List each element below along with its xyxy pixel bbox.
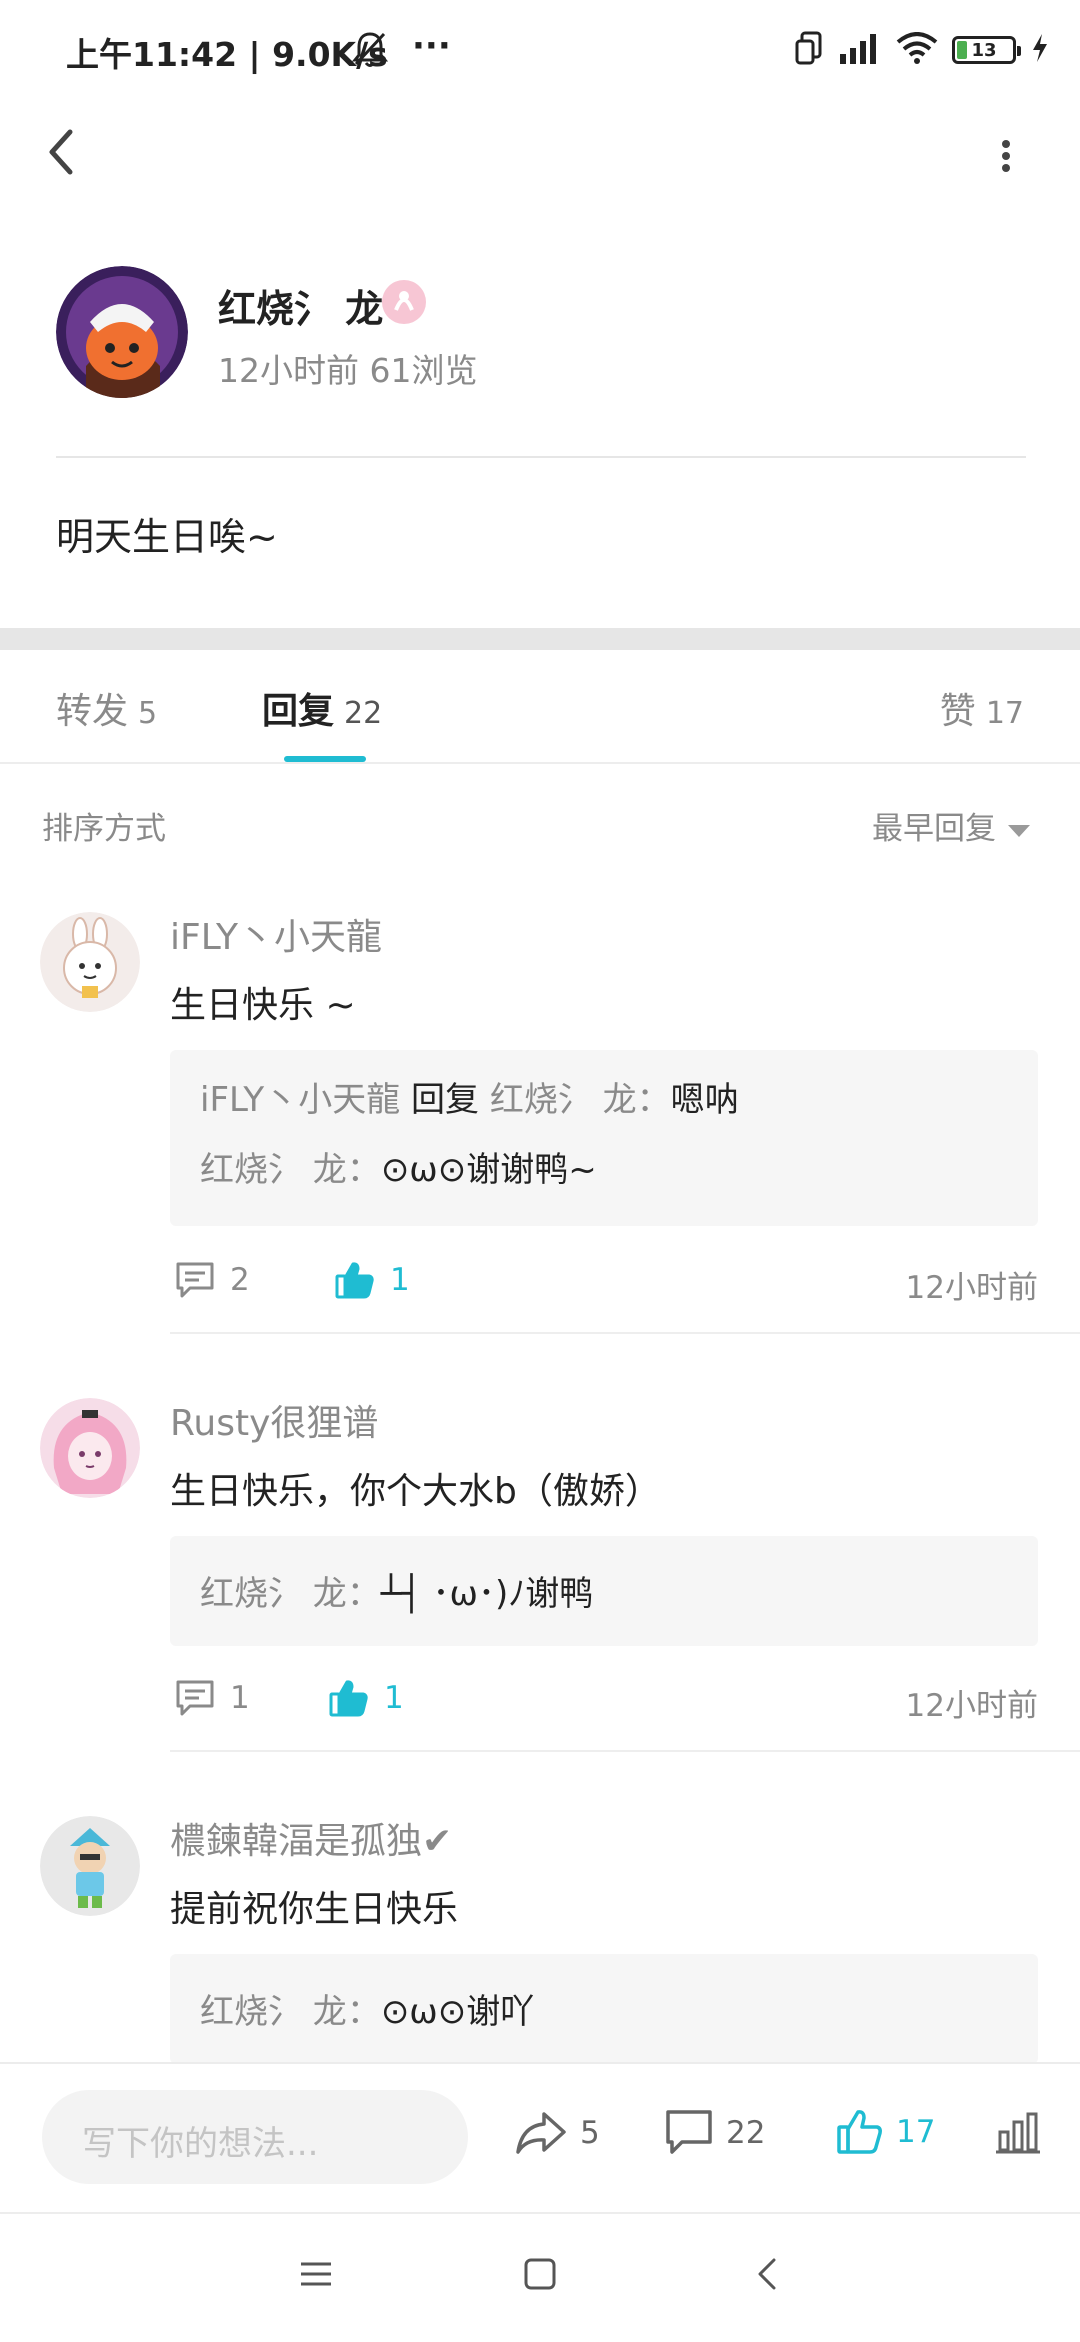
reply-to: 红烧氵 龙 (489, 1080, 637, 1120)
share-arrow-icon (516, 2112, 566, 2154)
sort-value: 最早回复 (872, 811, 996, 847)
nav-menu-button[interactable] (298, 2256, 334, 2296)
tab-count: 17 (985, 696, 1024, 731)
comment-time: 12小时前 (905, 1270, 1038, 1306)
tab-replies[interactable]: 回复 22 (262, 682, 382, 734)
more-options-button[interactable] (980, 122, 1030, 192)
reply-line: 红烧氵 龙：⊙ω⊙谢吖 (200, 1992, 535, 2032)
reply-preview-box[interactable]: iFLY丶小天龍 回复 红烧氵 龙：嗯呐 红烧氵 龙：⊙ω⊙谢谢鸭~ (170, 1050, 1038, 1226)
commenter-name[interactable]: iFLY丶小天龍 (170, 908, 382, 960)
reply-verb: 回复 (411, 1080, 480, 1120)
nav-home-button[interactable] (522, 2256, 558, 2296)
like-count: 1 (384, 1680, 404, 1716)
status-more: ··· (412, 26, 451, 66)
reply-content: ⊙ω⊙谢谢鸭~ (380, 1150, 597, 1190)
comment-text: 提前祝你生日快乐 (170, 1889, 459, 1930)
member-badge-icon (382, 280, 426, 324)
commenter-avatar[interactable] (40, 1816, 140, 1916)
signal-icon (838, 32, 882, 68)
comments-button[interactable]: 22 (664, 2108, 765, 2158)
thumbs-up-icon (335, 1262, 374, 1299)
comment-text: 生日快乐 ~ (170, 985, 356, 1026)
comment-input[interactable]: 写下你的想法... (42, 2090, 468, 2184)
charging-icon (1030, 32, 1050, 68)
comment-input-placeholder: 写下你的想法... (82, 2124, 319, 2164)
reply-from: 红烧氵 龙 (200, 1150, 347, 1190)
more-vertical-icon (1002, 140, 1010, 172)
reply-preview-box[interactable]: 红烧氵 龙：⊙ω⊙谢吖 (170, 1954, 1038, 2064)
reply-preview-box[interactable]: 红烧氵 龙：┴┤ ･ω･)ﾉ谢鸭 (170, 1536, 1038, 1646)
comment-like-button[interactable]: 1 (328, 1678, 404, 1718)
commenter-avatar[interactable] (40, 912, 140, 1012)
back-button[interactable] (40, 122, 100, 192)
dual-sim-icon (794, 31, 824, 69)
share-button[interactable]: 5 (514, 2108, 600, 2158)
commenter-name[interactable]: Rusty很狸谱 (170, 1394, 378, 1446)
reply-line: 红烧氵 龙：⊙ω⊙谢谢鸭~ (200, 1150, 597, 1190)
share-count: 5 (580, 2115, 600, 2151)
comment-text: 生日快乐，你个大水b（傲娇） (170, 1471, 661, 1512)
author-name[interactable]: 红烧氵 龙 (218, 278, 383, 333)
comment-time: 12小时前 (905, 1688, 1038, 1724)
comment-like-button[interactable]: 1 (334, 1260, 410, 1300)
reply-line: iFLY丶小天龍 回复 红烧氵 龙：嗯呐 (200, 1080, 739, 1120)
tab-label: 赞 (939, 691, 976, 732)
caret-down-icon (1008, 824, 1030, 837)
comment-divider (170, 1332, 1080, 1334)
bell-off-icon (351, 30, 389, 72)
post-text: 明天生日唉~ (56, 515, 278, 559)
reply-content: 嗯呐 (670, 1080, 739, 1120)
comment-count: 1 (230, 1680, 250, 1716)
square-icon (524, 2258, 556, 2290)
comment-icon (176, 1262, 214, 1298)
author-avatar[interactable] (56, 266, 188, 398)
battery-level: 13 (971, 39, 997, 61)
comment-reply-button[interactable]: 1 (174, 1678, 250, 1718)
chevron-left-icon (49, 129, 73, 175)
bar-chart-icon (996, 2112, 1040, 2154)
nav-back-button[interactable] (750, 2254, 786, 2298)
divider (56, 456, 1026, 458)
like-count: 17 (896, 2114, 936, 2150)
reply-content: ┴┤ ･ω･)ﾉ谢鸭 (380, 1574, 594, 1614)
chevron-left-icon (758, 2258, 776, 2290)
tab-count: 5 (138, 696, 158, 731)
reply-content: ⊙ω⊙谢吖 (380, 1992, 535, 2032)
comment-count: 2 (230, 1262, 250, 1298)
stats-button[interactable] (994, 2110, 1042, 2160)
thumbs-up-icon (329, 1680, 368, 1717)
status-icons: 13 (794, 30, 1050, 70)
comment-icon (666, 2110, 712, 2154)
post-meta: 12小时前 61浏览 (218, 351, 478, 390)
wifi-icon (896, 32, 938, 68)
reply-from: 红烧氵 龙 (200, 1992, 347, 2032)
comment-divider (170, 1750, 1080, 1752)
comments-count: 22 (726, 2115, 766, 2151)
reply-from: iFLY丶小天龍 (200, 1080, 401, 1120)
tab-label: 回复 (262, 691, 335, 732)
reply-from: 红烧氵 龙 (200, 1574, 347, 1614)
thumbs-up-icon (837, 2110, 882, 2154)
tab-label: 转发 (56, 691, 129, 732)
tabs-divider (0, 762, 1080, 764)
active-tab-indicator (284, 756, 366, 762)
commenter-name[interactable]: 檂鍊韓湢是孤独✔ (170, 1812, 452, 1864)
sort-label: 排序方式 (42, 811, 166, 847)
menu-icon (301, 2262, 331, 2286)
section-separator (0, 628, 1080, 650)
like-button[interactable]: 17 (836, 2108, 935, 2156)
comment-reply-button[interactable]: 2 (174, 1260, 250, 1300)
reply-line: 红烧氵 龙：┴┤ ･ω･)ﾉ谢鸭 (200, 1574, 594, 1614)
comment-icon (176, 1680, 214, 1716)
status-time-network: 上午11:42 | 9.0K/s (66, 35, 388, 74)
commenter-avatar[interactable] (40, 1398, 140, 1498)
battery-icon: 13 (952, 36, 1021, 64)
tab-reposts[interactable]: 转发 5 (56, 682, 157, 734)
tab-likes[interactable]: 赞 17 (940, 682, 1024, 734)
sort-dropdown[interactable]: 最早回复 (872, 803, 1030, 848)
tab-count: 22 (344, 696, 383, 731)
status-bar: 上午11:42 | 9.0K/s ··· 13 (0, 0, 1080, 100)
like-count: 1 (390, 1262, 410, 1298)
